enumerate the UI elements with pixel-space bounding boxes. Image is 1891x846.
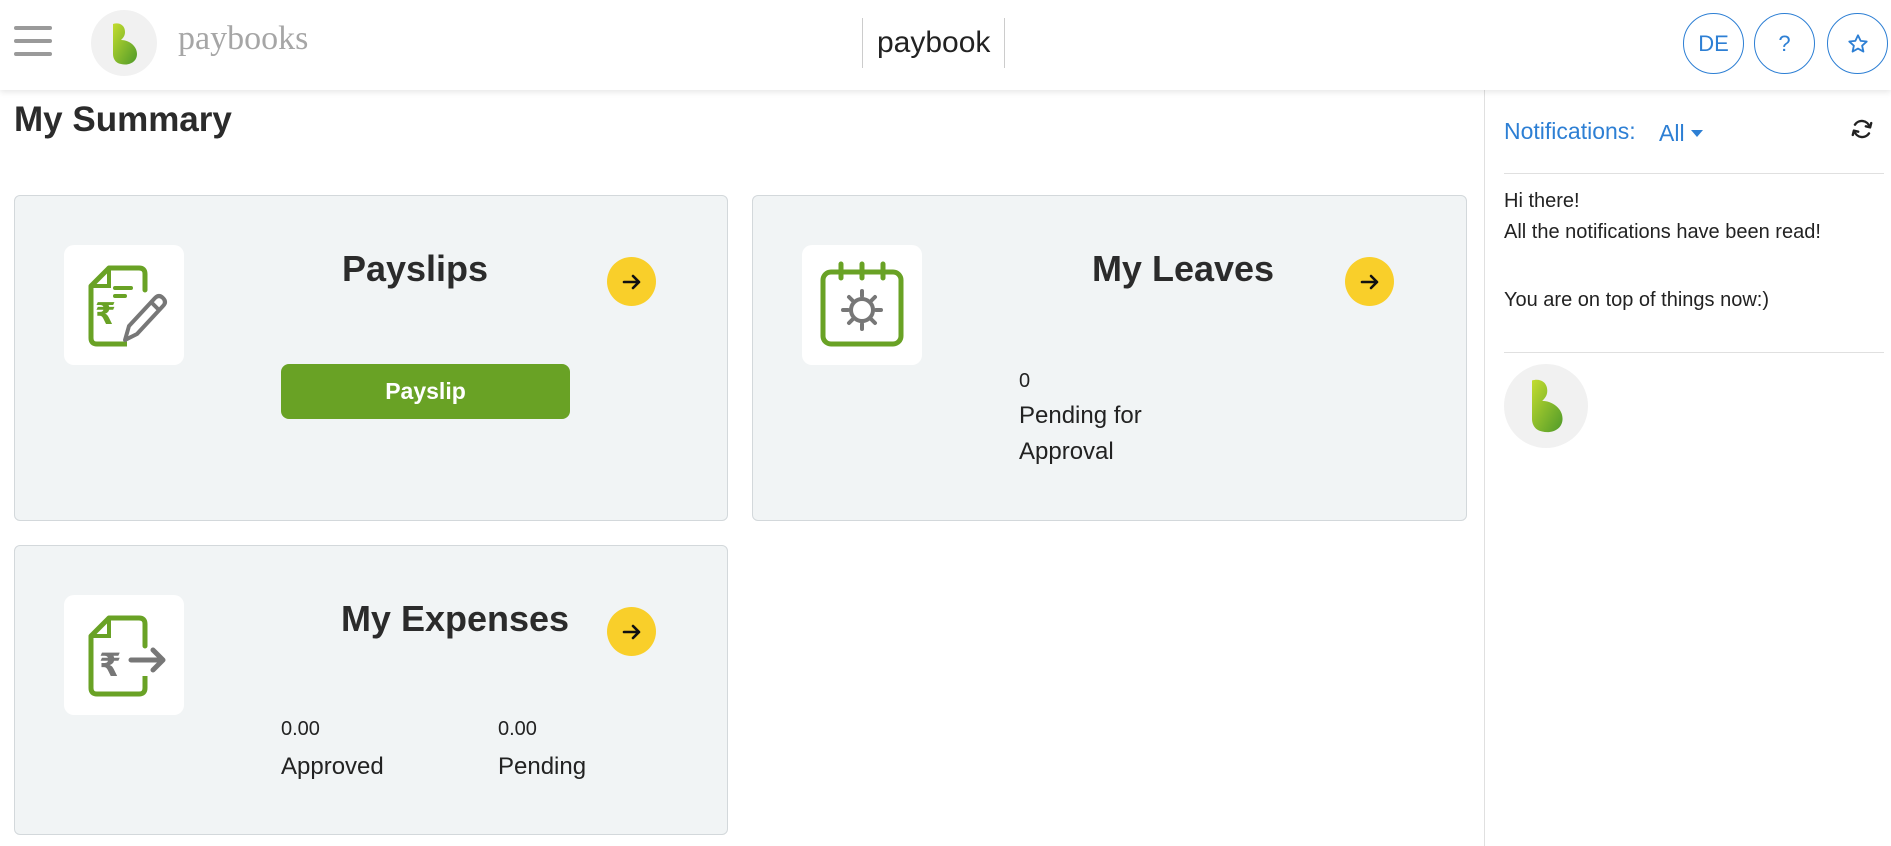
notifications-panel: Notifications: All Hi there! All the not… <box>1484 90 1891 846</box>
company-name[interactable]: paybook <box>862 18 1006 68</box>
payslips-card: ₹ Payslips Payslip <box>14 195 728 521</box>
leaves-pending-value: 0 <box>1019 370 1031 392</box>
notifications-message: All the notifications have been read! <box>1504 221 1821 243</box>
svg-text:₹: ₹ <box>99 646 121 684</box>
paybooks-logo-icon[interactable] <box>91 10 157 76</box>
favorites-button[interactable] <box>1827 13 1888 74</box>
leaves-pending-label: Pending for Approval <box>1019 402 1142 465</box>
payslip-edit-icon: ₹ <box>64 245 184 365</box>
arrow-right-icon <box>622 274 640 289</box>
refresh-icon[interactable] <box>1849 116 1875 147</box>
help-button[interactable]: ? <box>1754 13 1815 74</box>
star-icon <box>1847 33 1868 53</box>
paybooks-logo-icon <box>1504 364 1588 448</box>
expenses-arrow-button[interactable] <box>607 607 656 656</box>
expenses-card: ₹ My Expenses 0.00 Approved 0.00 Pending <box>14 545 728 835</box>
notifications-divider <box>1504 352 1884 353</box>
calendar-sun-icon <box>802 245 922 365</box>
notifications-filter-value: All <box>1659 120 1685 146</box>
notifications-footer: You are on top of things now:) <box>1504 289 1769 311</box>
brand-name: paybooks <box>178 20 309 57</box>
svg-text:₹: ₹ <box>95 297 116 332</box>
expenses-title: My Expenses <box>340 598 570 639</box>
expenses-approved-value: 0.00 <box>281 718 320 740</box>
expenses-pending-label: Pending <box>498 753 587 780</box>
leaves-card: My Leaves 0 Pending for Approval <box>752 195 1467 521</box>
top-header: paybooks paybook DE ? <box>0 0 1891 90</box>
arrow-right-icon <box>1360 274 1378 289</box>
expense-transfer-icon: ₹ <box>64 595 184 715</box>
payslip-button[interactable]: Payslip <box>281 364 570 419</box>
notifications-divider <box>1504 173 1884 174</box>
expenses-pending-value: 0.00 <box>498 718 537 740</box>
notifications-greeting: Hi there! <box>1504 190 1580 212</box>
hamburger-menu-icon[interactable] <box>14 26 52 58</box>
expenses-approved-label: Approved <box>281 753 384 780</box>
notifications-filter-dropdown[interactable]: All <box>1659 120 1703 147</box>
payslips-title: Payslips <box>341 248 489 289</box>
language-button[interactable]: DE <box>1683 13 1744 74</box>
arrow-right-icon <box>622 624 640 639</box>
leaves-arrow-button[interactable] <box>1345 257 1394 306</box>
notifications-label: Notifications: <box>1504 118 1636 144</box>
leaves-title: My Leaves <box>1091 248 1275 289</box>
payslips-arrow-button[interactable] <box>607 257 656 306</box>
caret-down-icon <box>1690 129 1703 137</box>
page-title: My Summary <box>14 100 232 139</box>
